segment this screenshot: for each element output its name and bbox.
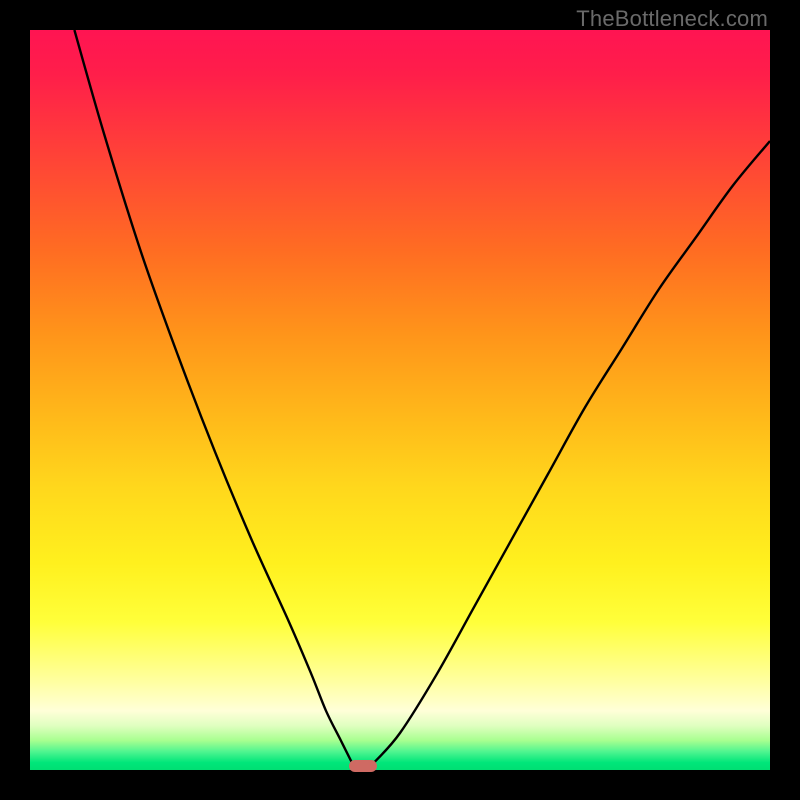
curve-right — [374, 141, 770, 763]
chart-frame: TheBottleneck.com — [0, 0, 800, 800]
watermark-text: TheBottleneck.com — [576, 6, 768, 32]
optimal-marker — [349, 760, 377, 772]
bottleneck-curve — [30, 30, 770, 770]
plot-area — [30, 30, 770, 770]
curve-left — [74, 30, 352, 763]
